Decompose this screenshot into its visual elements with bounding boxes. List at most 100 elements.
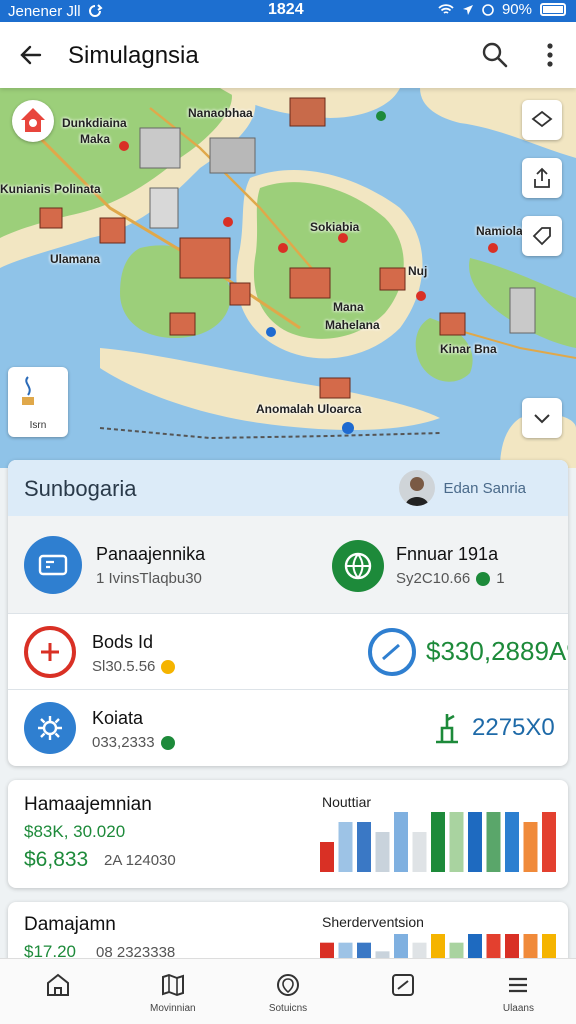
chart-bar <box>468 934 482 960</box>
app-bar: Simulagnsia <box>0 22 576 88</box>
chart-bar <box>431 934 445 960</box>
bank-icon <box>24 536 82 594</box>
page-title: Simulagnsia <box>68 42 199 69</box>
row-value: $330,2889A9 <box>426 636 568 666</box>
row-sub-text: 033,2333 <box>92 734 155 751</box>
user-name: Edan Sanria <box>443 479 526 497</box>
stats-card[interactable]: Hamaajemnian $83K, 30.020 $6,833 2A 1240… <box>8 780 568 888</box>
location-arrow-icon <box>462 4 473 15</box>
sheet-title: Sunbogaria <box>24 476 137 501</box>
home-icon <box>46 973 69 996</box>
app-logo <box>12 100 54 142</box>
row-right-count: 1 <box>496 570 505 587</box>
row-subtitle: 1 IvinsTlaqbu30 <box>96 570 202 587</box>
wifi-icon <box>438 3 454 14</box>
chart-title: Sherderventsion <box>322 914 424 930</box>
row-value: 2275X0 <box>472 714 555 741</box>
document-icon <box>392 974 415 996</box>
map-label: Mahelana <box>325 318 380 332</box>
chart-bar <box>486 812 501 872</box>
carrier: Jenener Jll <box>8 3 103 20</box>
chart-bar <box>338 822 353 872</box>
more-vert-icon[interactable] <box>538 40 562 70</box>
legend-label: Isrn <box>29 420 47 431</box>
card-note: 2A 124030 <box>104 852 176 869</box>
map-view[interactable]: Dunkdiaina Nanaobhaa Maka Kunianis Polin… <box>0 88 576 468</box>
location-icon <box>277 974 299 996</box>
nav-label: Sotuicns <box>268 1003 308 1014</box>
row-subtitle: 033,2333 <box>92 734 175 751</box>
user-chip[interactable]: Edan Sanria <box>399 470 526 506</box>
layers-icon <box>531 110 553 128</box>
map-label: Nanaobhaa <box>188 106 253 120</box>
map-label: Maka <box>80 132 111 146</box>
chart-title: Nouttiar <box>322 794 372 810</box>
card-value-large: $6,833 <box>24 848 89 871</box>
map-label: Kinar Bna <box>440 342 497 356</box>
map-icon <box>161 973 184 997</box>
status-right: 90% <box>438 1 566 18</box>
status-dot <box>161 659 176 674</box>
tag-button[interactable] <box>522 216 562 256</box>
layers-button[interactable] <box>522 100 562 140</box>
bottom-nav: Movinnian Sotuicns Ulaans <box>0 958 576 1024</box>
carrier-label: Jenener Jll <box>8 2 81 20</box>
legend-icon <box>22 376 34 405</box>
globe-icon <box>332 540 384 592</box>
list-item[interactable]: Bods Id Sl30.5.56 $330,2889A9 <box>8 614 568 690</box>
status-bar: Jenener Jll 1824 90% <box>0 0 576 22</box>
nav-locations[interactable]: Sotuicns <box>230 959 345 1024</box>
chart-bar <box>394 812 408 872</box>
tag-icon <box>532 227 551 246</box>
chart-bar <box>523 822 538 872</box>
battery-percent: 90% <box>501 1 532 18</box>
chart-bar <box>486 934 501 960</box>
list-item[interactable]: Panaajennika 1 IvinsTlaqbu30 Fnnuar 191a… <box>8 516 568 614</box>
chart-bar <box>394 934 408 960</box>
nav-home[interactable] <box>0 959 115 1024</box>
stats-card[interactable]: Damajamn $17.20 08 2323338 Sherderventsi… <box>8 902 568 966</box>
card-value: $83K, 30.020 <box>24 822 126 841</box>
sync-icon <box>88 4 103 17</box>
search-icon[interactable] <box>480 40 510 70</box>
map-label: Dunkdiaina <box>62 116 127 130</box>
chart-bar <box>357 822 371 872</box>
row-title: Bods Id <box>92 632 154 652</box>
nav-menu[interactable]: Ulaans <box>461 959 576 1024</box>
list-item[interactable]: Koiata 033,2333 2275X0 <box>8 690 568 766</box>
card-title: Hamaajemnian <box>24 794 152 815</box>
map-legend[interactable]: Isrn <box>8 367 68 437</box>
chart-bar <box>505 812 519 872</box>
chart-bar <box>449 812 464 872</box>
avatar <box>399 470 436 506</box>
row-right-sub-text: Sy2C10.66 <box>396 570 471 587</box>
chart-bar <box>431 812 445 872</box>
chart-bar <box>320 842 334 872</box>
nav-map[interactable]: Movinnian <box>115 959 230 1024</box>
card-title: Damajamn <box>24 914 116 935</box>
gear-icon <box>24 702 76 754</box>
nav-label: Movinnian <box>150 1003 196 1014</box>
status-dot <box>476 571 491 586</box>
plant-icon <box>436 714 458 744</box>
row-title: Panaajennika <box>96 544 206 564</box>
collapse-button[interactable] <box>522 398 562 438</box>
row-right-subtitle: Sy2C10.66 1 <box>396 570 505 587</box>
summary-sheet: Sunbogaria Edan Sanria Panaajennika 1 Iv… <box>8 460 568 766</box>
chart-bar <box>468 812 482 872</box>
row-subtitle: Sl30.5.56 <box>92 658 176 675</box>
close-circle-icon <box>24 626 76 678</box>
bar-chart <box>320 812 556 872</box>
map-label: Kunianis Polinata <box>0 182 101 196</box>
back-arrow-icon[interactable] <box>16 40 46 70</box>
share-button[interactable] <box>522 158 562 198</box>
chart-bar <box>375 832 390 872</box>
map-label: Ulamana <box>50 252 101 266</box>
chart-bar <box>505 934 519 960</box>
map-label: Anomalah Uloarca <box>256 402 362 416</box>
sheet-header: Sunbogaria Edan Sanria <box>8 460 568 516</box>
nav-documents[interactable] <box>346 959 461 1024</box>
compass-icon <box>368 628 416 676</box>
row-title: Koiata <box>92 708 144 728</box>
battery-icon <box>540 3 566 16</box>
